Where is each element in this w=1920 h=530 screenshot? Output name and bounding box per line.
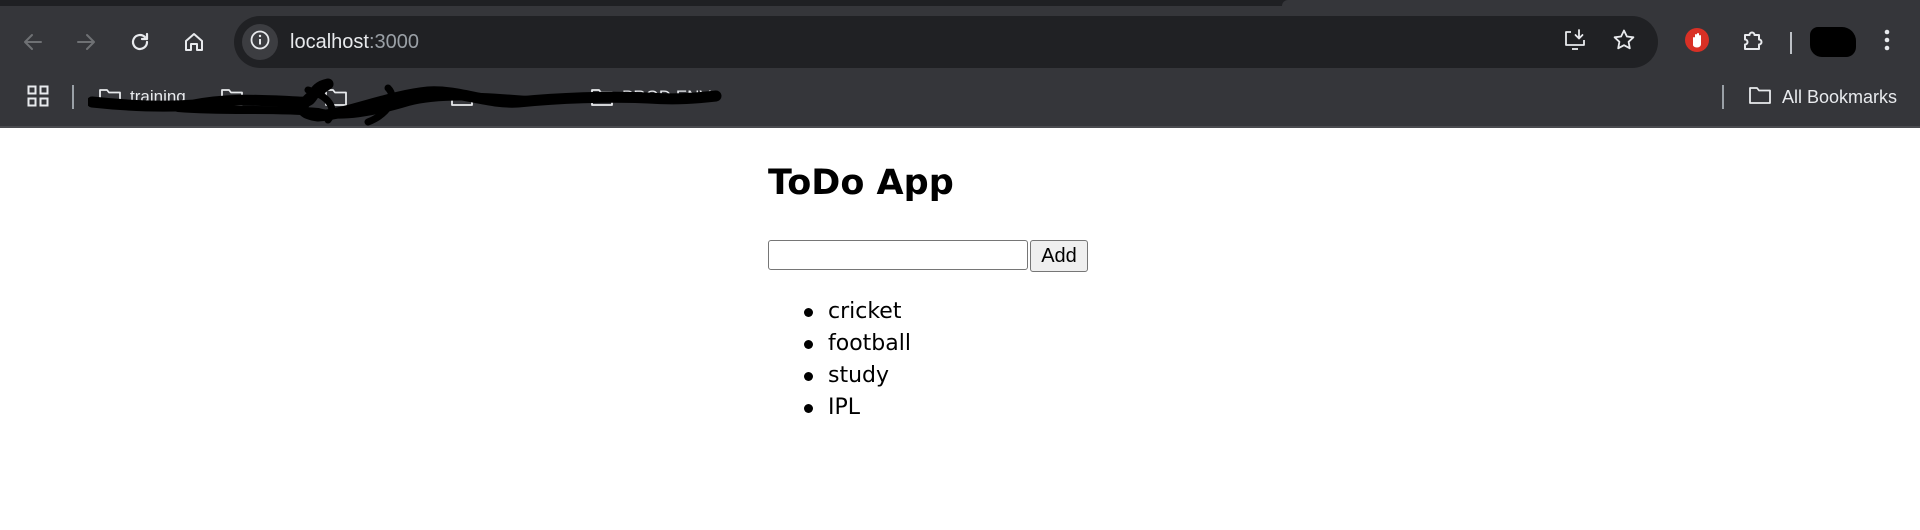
toolbar-separator bbox=[1790, 32, 1792, 54]
all-bookmarks-button[interactable]: All Bookmarks bbox=[1748, 82, 1897, 112]
stop-hand-icon bbox=[1683, 26, 1711, 58]
extensions-button[interactable] bbox=[1738, 27, 1768, 57]
bookmark-star-button[interactable] bbox=[1609, 27, 1639, 57]
address-bar[interactable]: localhost:3000 bbox=[234, 16, 1658, 68]
arrow-right-icon bbox=[74, 30, 98, 54]
apps-button[interactable] bbox=[24, 84, 52, 112]
todo-text: cricket bbox=[828, 299, 902, 324]
redaction-scribble bbox=[88, 78, 722, 126]
bullet-icon bbox=[804, 340, 813, 349]
profile-avatar[interactable] bbox=[1810, 27, 1856, 57]
bullet-icon bbox=[804, 308, 813, 317]
back-button[interactable] bbox=[14, 23, 52, 61]
todo-text: IPL bbox=[828, 395, 861, 420]
extension-button[interactable] bbox=[1682, 27, 1712, 57]
list-item: football bbox=[768, 328, 911, 360]
reload-button[interactable] bbox=[121, 23, 159, 61]
bookmarks-bar: training e PROD ENV All Bookmarks bbox=[0, 78, 1920, 126]
list-item: cricket bbox=[768, 296, 911, 328]
kebab-menu-icon bbox=[1883, 28, 1891, 56]
list-item: IPL bbox=[768, 392, 911, 424]
url-port: :3000 bbox=[368, 31, 419, 53]
bullet-icon bbox=[804, 404, 813, 413]
folder-icon bbox=[1748, 85, 1772, 110]
info-icon bbox=[249, 29, 271, 55]
todo-input[interactable] bbox=[768, 240, 1028, 270]
apps-grid-icon bbox=[27, 85, 49, 111]
todo-list: cricket football study IPL bbox=[768, 296, 911, 424]
tab-strip bbox=[0, 0, 1920, 6]
all-bookmarks-label: All Bookmarks bbox=[1782, 86, 1898, 107]
todo-text: study bbox=[828, 363, 890, 388]
bullet-icon bbox=[804, 372, 813, 381]
home-button[interactable] bbox=[175, 23, 213, 61]
url-host: localhost bbox=[290, 31, 369, 53]
list-item: study bbox=[768, 360, 911, 392]
todo-text: football bbox=[828, 331, 911, 356]
page-title: ToDo App bbox=[768, 163, 954, 203]
puzzle-icon bbox=[1740, 27, 1766, 57]
install-app-icon bbox=[1562, 27, 1588, 57]
page-content: ToDo App Add cricket football study IPL bbox=[0, 128, 1920, 530]
reload-icon bbox=[128, 30, 152, 54]
forward-button[interactable] bbox=[67, 23, 105, 61]
arrow-left-icon bbox=[21, 30, 45, 54]
site-info-button[interactable] bbox=[242, 24, 278, 60]
bookmarks-separator bbox=[1722, 85, 1724, 109]
browser-menu-button[interactable] bbox=[1872, 27, 1902, 57]
browser-toolbar: localhost:3000 bbox=[0, 14, 1920, 70]
bookmarks-separator bbox=[72, 85, 74, 109]
browser-chrome: localhost:3000 training e PROD ENV All B… bbox=[0, 0, 1920, 128]
active-tab-edge[interactable] bbox=[1282, 0, 1920, 6]
star-icon bbox=[1611, 27, 1637, 57]
install-app-button[interactable] bbox=[1560, 27, 1590, 57]
add-button[interactable]: Add bbox=[1030, 240, 1088, 272]
home-icon bbox=[182, 30, 206, 54]
url-text[interactable]: localhost:3000 bbox=[290, 30, 419, 54]
